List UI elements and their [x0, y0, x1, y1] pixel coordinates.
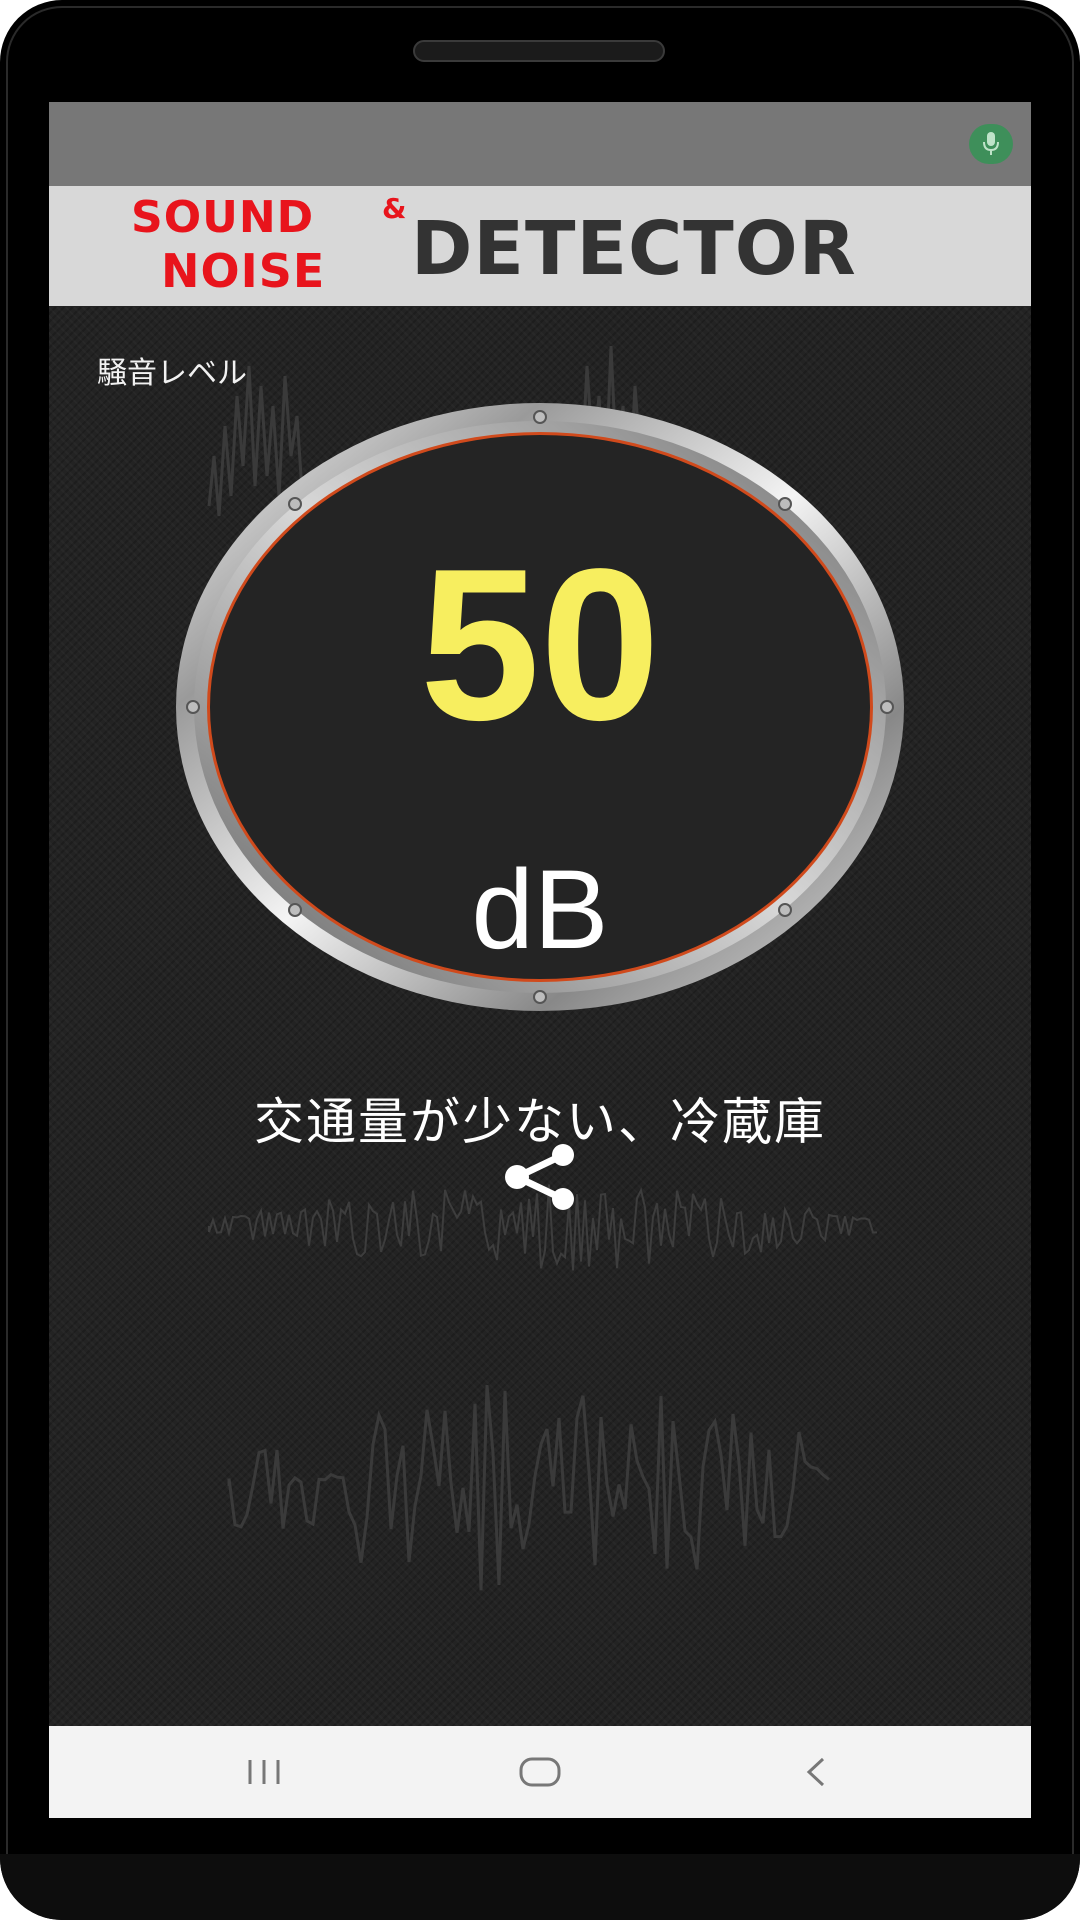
logo-ampersand: &	[382, 192, 407, 225]
decibel-unit: dB	[471, 847, 609, 972]
share-icon[interactable]	[501, 1144, 581, 1210]
microphone-icon	[969, 124, 1013, 164]
status-bar	[49, 102, 1031, 186]
earpiece-speaker	[413, 40, 665, 62]
decibel-value: 50	[419, 523, 661, 765]
bottom-waveform	[227, 1384, 830, 1591]
logo-sound-text: SOUND	[131, 192, 315, 243]
bottom-bezel	[0, 1854, 1080, 1920]
screen: SOUND & NOISE DETECTOR 騒音レベル 50 dB 交通量が少…	[49, 102, 1031, 1818]
back-icon[interactable]	[771, 1742, 861, 1802]
recents-icon[interactable]	[219, 1742, 309, 1802]
noise-level-label: 騒音レベル	[97, 356, 247, 391]
system-nav-bar	[49, 1726, 1031, 1818]
logo-detector-text: DETECTOR	[411, 206, 857, 292]
app-banner: SOUND & NOISE DETECTOR	[49, 186, 1031, 306]
phone-frame: SOUND & NOISE DETECTOR 騒音レベル 50 dB 交通量が少…	[0, 0, 1080, 1920]
meter-panel: 騒音レベル 50 dB 交通量が少ない、冷蔵庫	[49, 306, 1031, 1726]
logo-noise-text: NOISE	[161, 244, 326, 298]
home-icon[interactable]	[495, 1742, 585, 1802]
